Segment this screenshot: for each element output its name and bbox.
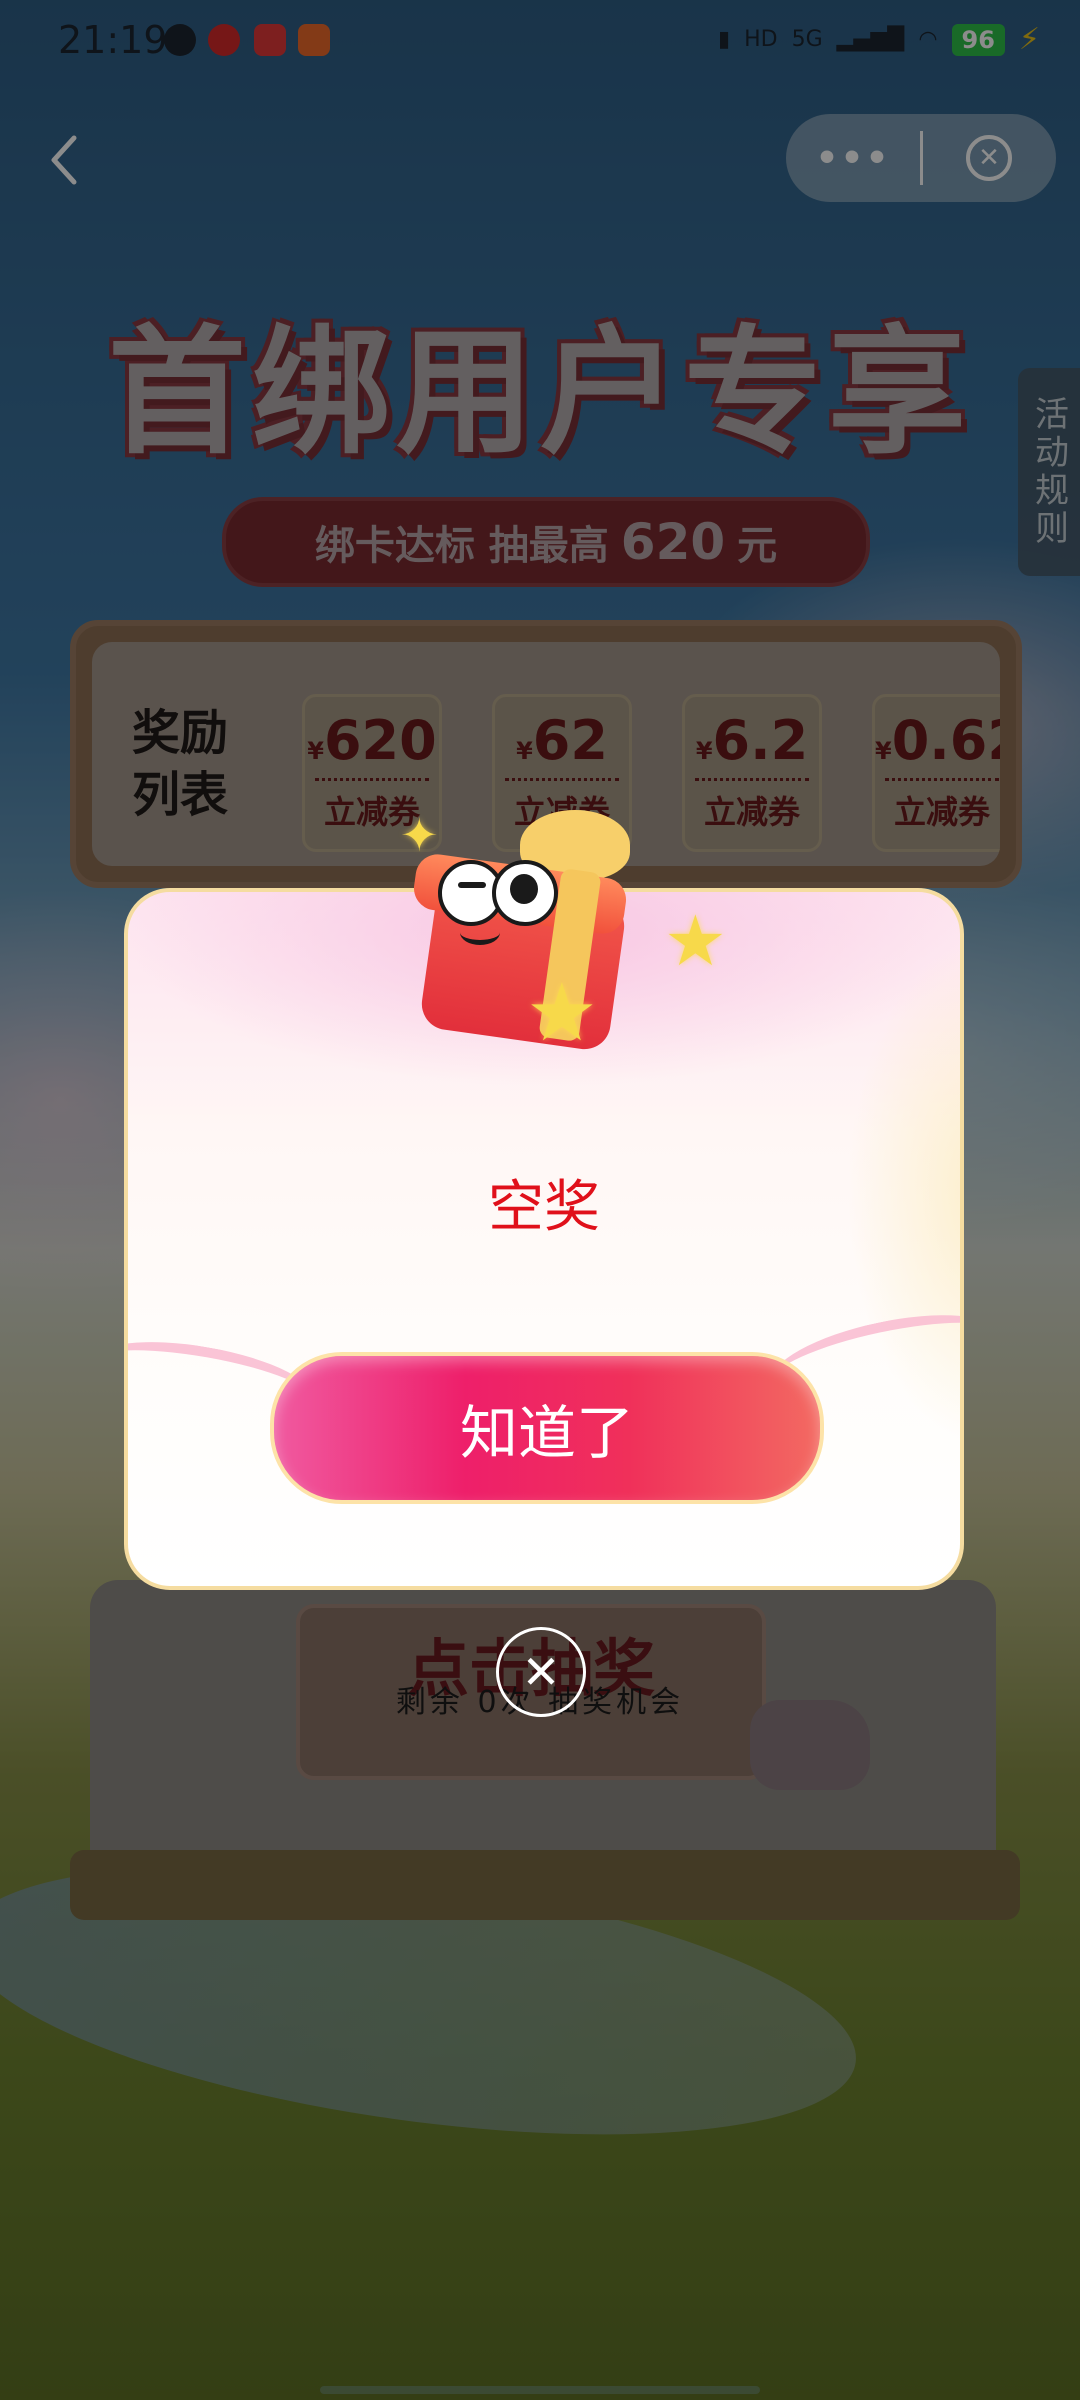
close-modal-button[interactable]: ✕ [496, 1627, 586, 1717]
home-indicator[interactable] [320, 2386, 760, 2394]
confirm-button[interactable]: 知道了 [270, 1352, 824, 1504]
close-icon: ✕ [521, 1645, 561, 1699]
result-text: 空奖 [488, 1175, 600, 1240]
sparkle-star-icon: ✦ [400, 808, 439, 862]
sparkle-star-icon: ★ [664, 900, 727, 982]
sparkle-star-icon: ★ [526, 966, 598, 1059]
